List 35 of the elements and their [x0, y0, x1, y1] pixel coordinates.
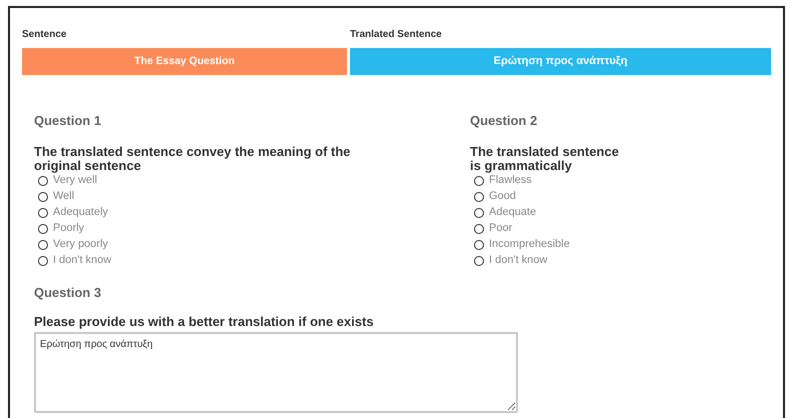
translated-sentence-bar: Ερώτηση προς ανάπτυξη [350, 48, 771, 75]
radio-button[interactable] [38, 256, 48, 266]
translation-field[interactable]: Ερώτηση προς ανάπτυξη [34, 332, 518, 413]
radio-button[interactable] [474, 256, 484, 266]
radio-button[interactable] [38, 192, 48, 202]
option-label: Adequately [53, 205, 108, 220]
option-label: Flawless [489, 173, 532, 188]
option-label: Poor [489, 221, 512, 236]
radio-button[interactable] [38, 224, 48, 234]
option-label: Poorly [53, 221, 84, 236]
radio-button[interactable] [474, 192, 484, 202]
radio-button[interactable] [474, 176, 484, 186]
option-label: I don't know [53, 253, 112, 268]
option-label: I don't know [489, 253, 548, 268]
radio-button[interactable] [474, 208, 484, 218]
radio-button[interactable] [38, 176, 48, 186]
option-label: Very well [53, 173, 98, 188]
question-title: Question 3 [34, 284, 102, 302]
option-label: Adequate [489, 205, 536, 220]
column-label: Sentence [22, 28, 66, 42]
option-label: Well [53, 189, 74, 204]
radio-button[interactable] [474, 240, 484, 250]
column-label: Tranlated Sentence [350, 28, 442, 42]
radio-button[interactable] [38, 208, 48, 218]
option-label: Good [489, 189, 516, 204]
option-label: Incomprehesible [489, 237, 570, 252]
option-label: Very poorly [53, 237, 108, 252]
radio-button[interactable] [474, 224, 484, 234]
question-prompt: The translated sentence is grammatically [470, 144, 620, 172]
sentence-bar: The Essay Question [22, 48, 347, 75]
question-title: Question 1 [34, 112, 102, 130]
radio-button[interactable] [38, 240, 48, 250]
question-title: Question 2 [470, 112, 538, 130]
question-prompt: The translated sentence convey the meaning of the original sentence [34, 144, 352, 172]
question-prompt: Please provide us with a better translation if one exists [34, 314, 374, 330]
